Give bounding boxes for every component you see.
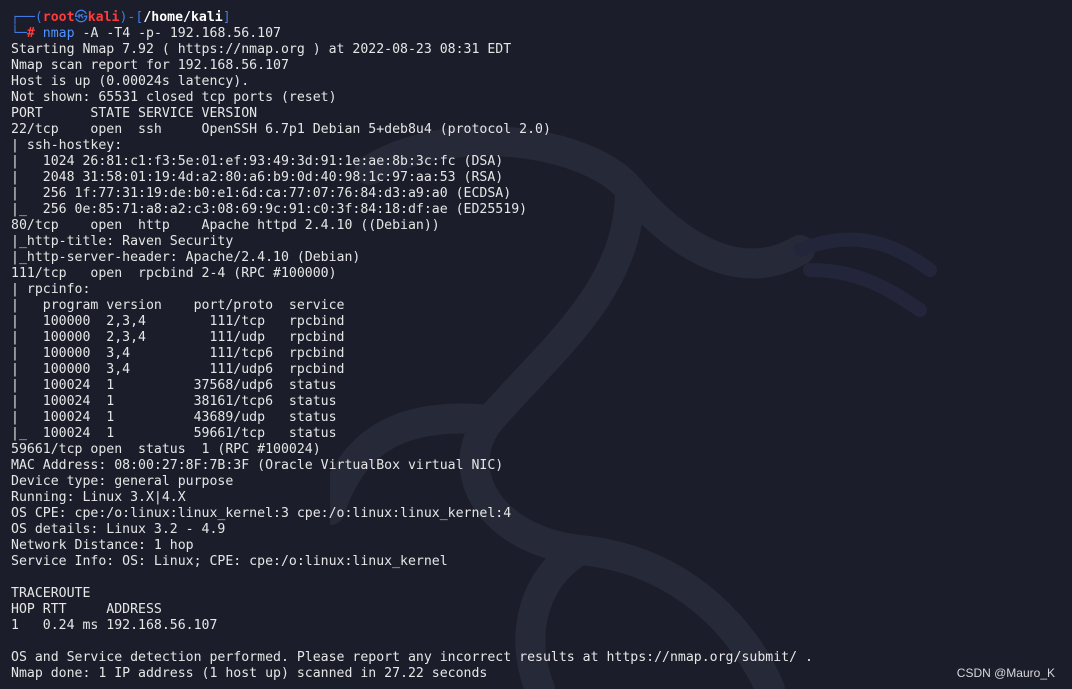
terminal-output: ┌──(root㉿kali)-[/home/kali] └─# nmap -A … bbox=[11, 10, 1061, 682]
output-line: |_http-title: Raven Security bbox=[11, 234, 234, 249]
output-line: | rpcinfo: bbox=[11, 282, 91, 297]
output-line: | 2048 31:58:01:19:4d:a2:80:a6:b9:0d:40:… bbox=[11, 170, 504, 185]
prompt-host: kali bbox=[87, 10, 120, 25]
output-line: | 100024 1 37568/udp6 status bbox=[11, 378, 337, 393]
output-line: Device type: general purpose bbox=[11, 474, 234, 489]
prompt-line-2: └─# nmap -A -T4 -p- 192.168.56.107 bbox=[11, 26, 1061, 42]
prompt-path: /home/kali bbox=[143, 10, 223, 25]
output-line: Running: Linux 3.X|4.X bbox=[11, 490, 186, 505]
output-line: TRACEROUTE bbox=[11, 586, 91, 601]
output-line: 1 0.24 ms 192.168.56.107 bbox=[11, 618, 218, 633]
output-line: Nmap done: 1 IP address (1 host up) scan… bbox=[11, 666, 488, 681]
output-line: Service Info: OS: Linux; CPE: cpe:/o:lin… bbox=[11, 554, 448, 569]
output-line: 111/tcp open rpcbind 2-4 (RPC #100000) bbox=[11, 266, 337, 281]
prompt-frame-bottom: └─ bbox=[11, 26, 27, 41]
output-line: OS details: Linux 3.2 - 4.9 bbox=[11, 522, 226, 537]
prompt-frame-mid: )-[ bbox=[119, 10, 144, 25]
output-line: | 100024 1 43689/udp status bbox=[11, 410, 337, 425]
prompt-at-symbol: ㉿ bbox=[74, 10, 88, 25]
output-line: MAC Address: 08:00:27:8F:7B:3F (Oracle V… bbox=[11, 458, 504, 473]
output-line: HOP RTT ADDRESS bbox=[11, 602, 162, 617]
output-line: | ssh-hostkey: bbox=[11, 138, 123, 153]
output-line: | 256 1f:77:31:19:de:b0:e1:6d:ca:77:07:7… bbox=[11, 186, 512, 201]
command-output: Starting Nmap 7.92 ( https://nmap.org ) … bbox=[11, 42, 1061, 682]
terminal-window[interactable]: ┌──(root㉿kali)-[/home/kali] └─# nmap -A … bbox=[0, 0, 1072, 689]
output-line: Starting Nmap 7.92 ( https://nmap.org ) … bbox=[11, 42, 512, 57]
output-line: PORT STATE SERVICE VERSION bbox=[11, 106, 258, 121]
output-line: Nmap scan report for 192.168.56.107 bbox=[11, 58, 289, 73]
output-line: | 100024 1 38161/tcp6 status bbox=[11, 394, 337, 409]
prompt-line-1: ┌──(root㉿kali)-[/home/kali] bbox=[11, 10, 1061, 26]
output-line: OS CPE: cpe:/o:linux:linux_kernel:3 cpe:… bbox=[11, 506, 512, 521]
output-line: |_ 256 0e:85:71:a8:a2:c3:08:69:9c:91:c0:… bbox=[11, 202, 528, 217]
prompt-frame: ┌──( bbox=[11, 10, 43, 25]
output-line: | 1024 26:81:c1:f3:5e:01:ef:93:49:3d:91:… bbox=[11, 154, 504, 169]
prompt-user: root bbox=[42, 10, 75, 25]
command-args: -A -T4 -p- 192.168.56.107 bbox=[74, 26, 282, 41]
output-line: | 100000 3,4 111/udp6 rpcbind bbox=[11, 362, 345, 377]
output-line: 22/tcp open ssh OpenSSH 6.7p1 Debian 5+d… bbox=[11, 122, 551, 137]
output-line: OS and Service detection performed. Plea… bbox=[11, 650, 813, 665]
output-line: | program version port/proto service bbox=[11, 298, 345, 313]
output-line: |_http-server-header: Apache/2.4.10 (Deb… bbox=[11, 250, 361, 265]
output-line: Not shown: 65531 closed tcp ports (reset… bbox=[11, 90, 337, 105]
output-line: Host is up (0.00024s latency). bbox=[11, 74, 250, 89]
command-name: nmap bbox=[42, 26, 75, 41]
prompt-symbol: # bbox=[26, 26, 35, 41]
output-line: | 100000 3,4 111/tcp6 rpcbind bbox=[11, 346, 345, 361]
output-line: Network Distance: 1 hop bbox=[11, 538, 194, 553]
prompt-frame-close: ] bbox=[222, 10, 231, 25]
output-line: | 100000 2,3,4 111/udp rpcbind bbox=[11, 330, 345, 345]
output-line: |_ 100024 1 59661/tcp status bbox=[11, 426, 337, 441]
output-line: 80/tcp open http Apache httpd 2.4.10 ((D… bbox=[11, 218, 440, 233]
output-line: | 100000 2,3,4 111/tcp rpcbind bbox=[11, 314, 345, 329]
output-line: 59661/tcp open status 1 (RPC #100024) bbox=[11, 442, 321, 457]
watermark: CSDN @Mauro_K bbox=[956, 666, 1055, 680]
